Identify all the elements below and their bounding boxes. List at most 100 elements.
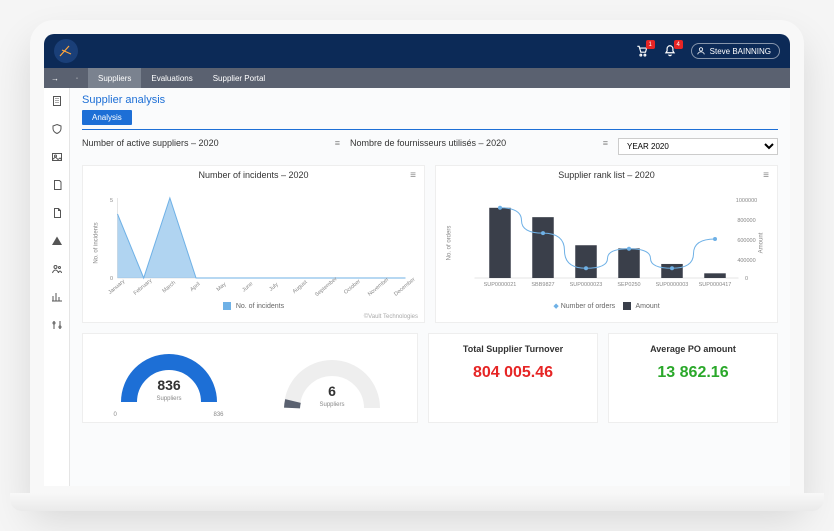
sidebar-item-evaluations[interactable]: Evaluations bbox=[141, 68, 202, 88]
svg-text:February: February bbox=[133, 278, 154, 297]
gauge-value: 6 bbox=[328, 383, 336, 399]
legend: No. of incidents bbox=[83, 300, 424, 314]
rail-docs[interactable] bbox=[50, 206, 64, 220]
topbar: 1 4 Steve BAINNING bbox=[44, 34, 790, 68]
rail-users[interactable] bbox=[50, 262, 64, 276]
nav-home[interactable] bbox=[66, 68, 88, 88]
yr-axis-label: Amount bbox=[759, 232, 765, 253]
kpi-header-used-suppliers: Nombre de fournisseurs utilisés – 2020 ≡ bbox=[350, 138, 608, 148]
legend-amount: Amount bbox=[636, 303, 660, 310]
kpi-header-row: Number of active suppliers – 2020 ≡ Nomb… bbox=[82, 138, 778, 155]
rail-alerts[interactable] bbox=[50, 234, 64, 248]
y-axis-label: No. of incidents bbox=[94, 222, 100, 263]
rail-security[interactable] bbox=[50, 122, 64, 136]
nav-label: Suppliers bbox=[98, 74, 131, 83]
gauge-max: 836 bbox=[213, 412, 223, 418]
card-avg-po: Average PO amount 13 862.16 bbox=[608, 333, 778, 423]
user-menu[interactable]: Steve BAINNING bbox=[691, 43, 780, 59]
sliders-icon bbox=[51, 319, 63, 331]
svg-text:SBB9827: SBB9827 bbox=[531, 282, 554, 288]
svg-text:April: April bbox=[189, 281, 201, 293]
card-menu[interactable]: ≡ bbox=[763, 170, 769, 181]
kpi-label: Total Supplier Turnover bbox=[439, 344, 587, 354]
svg-text:400000: 400000 bbox=[737, 258, 755, 264]
laptop-frame: 1 4 Steve BAINNING → bbox=[30, 20, 804, 500]
legend-swatch bbox=[223, 302, 231, 310]
yl-axis-label: No. of orders bbox=[447, 226, 453, 261]
svg-text:September: September bbox=[314, 276, 339, 298]
rail-images[interactable] bbox=[50, 150, 64, 164]
cart-button[interactable]: 1 bbox=[635, 44, 649, 58]
svg-text:October: October bbox=[343, 279, 362, 296]
card-title: Supplier rank list – 2020 bbox=[436, 166, 777, 184]
logo-icon bbox=[59, 44, 73, 58]
svg-text:June: June bbox=[241, 281, 254, 293]
svg-text:July: July bbox=[268, 282, 280, 293]
svg-text:SEP0250: SEP0250 bbox=[617, 282, 640, 288]
card-rank-chart: ≡ Supplier rank list – 2020 No. of order… bbox=[435, 165, 778, 323]
avatar-icon bbox=[696, 46, 706, 56]
card-incidents-chart: ≡ Number of incidents – 2020 No. of inci… bbox=[82, 165, 425, 323]
svg-text:600000: 600000 bbox=[737, 238, 755, 244]
gauge-value: 836 bbox=[157, 377, 181, 393]
legend: ◆ Number of orders Amount bbox=[436, 300, 777, 314]
kpi-header-label: Number of active suppliers – 2020 bbox=[82, 138, 219, 148]
card-menu[interactable]: ≡ bbox=[410, 170, 416, 181]
app-logo[interactable] bbox=[54, 39, 78, 63]
svg-text:May: May bbox=[216, 281, 228, 292]
notifications-badge: 4 bbox=[674, 40, 683, 49]
image-icon bbox=[51, 151, 63, 163]
gauge-min: 0 bbox=[114, 412, 117, 418]
warning-icon bbox=[51, 235, 63, 247]
gauge-svg: 6 Suppliers bbox=[277, 348, 387, 418]
svg-text:December: December bbox=[393, 277, 416, 298]
gauge-total-suppliers: 836 Suppliers 0 836 bbox=[114, 342, 224, 418]
topbar-actions: 1 4 Steve BAINNING bbox=[635, 43, 780, 59]
svg-text:800000: 800000 bbox=[737, 218, 755, 224]
incidents-svg: No. of incidents JanuaryFebruaryMarchApr… bbox=[91, 188, 416, 298]
kpi-label: Average PO amount bbox=[619, 344, 767, 354]
nav-toggle[interactable]: → bbox=[44, 68, 66, 88]
notifications-button[interactable]: 4 bbox=[663, 44, 677, 58]
tab-underline bbox=[82, 129, 778, 130]
gauge-sublabel: Suppliers bbox=[319, 402, 344, 408]
rail-settings[interactable] bbox=[50, 318, 64, 332]
kpi-menu[interactable]: ≡ bbox=[603, 138, 608, 148]
nav-label: Evaluations bbox=[151, 74, 192, 83]
svg-text:March: March bbox=[161, 280, 177, 294]
siderail bbox=[44, 88, 70, 486]
year-select-wrap: YEAR 2020 bbox=[618, 138, 778, 155]
charts-row: ≡ Number of incidents – 2020 No. of inci… bbox=[82, 165, 778, 323]
chart-footnote: ©Vault Technologies bbox=[83, 314, 424, 322]
kpi-value: 13 862.16 bbox=[619, 364, 767, 382]
svg-text:November: November bbox=[367, 277, 390, 298]
card-gauges: 836 Suppliers 0 836 bbox=[82, 333, 418, 423]
gauge-svg: 836 Suppliers bbox=[114, 342, 224, 412]
body: Supplier analysis Analysis Number of act… bbox=[44, 88, 790, 486]
chart-icon bbox=[51, 291, 63, 303]
legend-orders: Number of orders bbox=[561, 303, 615, 310]
sidebar-item-supplier-portal[interactable]: Supplier Portal bbox=[203, 68, 275, 88]
kpi-menu[interactable]: ≡ bbox=[335, 138, 340, 148]
svg-text:SUP0000003: SUP0000003 bbox=[656, 282, 689, 288]
year-select[interactable]: YEAR 2020 bbox=[618, 138, 778, 155]
gauge-used-suppliers: 6 Suppliers bbox=[277, 348, 387, 418]
svg-text:0: 0 bbox=[110, 276, 113, 282]
page-title: Supplier analysis bbox=[82, 94, 778, 106]
tab-analysis[interactable]: Analysis bbox=[82, 110, 132, 125]
rail-notes[interactable] bbox=[50, 178, 64, 192]
users-icon bbox=[51, 263, 63, 275]
document-icon bbox=[51, 207, 63, 219]
rail-analytics[interactable] bbox=[50, 290, 64, 304]
svg-text:SUP0000021: SUP0000021 bbox=[484, 282, 517, 288]
sidebar-item-suppliers[interactable]: Suppliers bbox=[88, 68, 141, 88]
legend-swatch bbox=[623, 302, 631, 310]
laptop-base bbox=[10, 493, 824, 511]
gauge-scale: 0 836 bbox=[114, 412, 224, 418]
cart-badge: 1 bbox=[646, 40, 655, 49]
chart-area: No. of incidents JanuaryFebruaryMarchApr… bbox=[83, 184, 424, 300]
svg-text:SUP0000023: SUP0000023 bbox=[570, 282, 603, 288]
rail-suppliers[interactable] bbox=[50, 94, 64, 108]
svg-text:5: 5 bbox=[110, 198, 113, 204]
building-icon bbox=[51, 95, 63, 107]
